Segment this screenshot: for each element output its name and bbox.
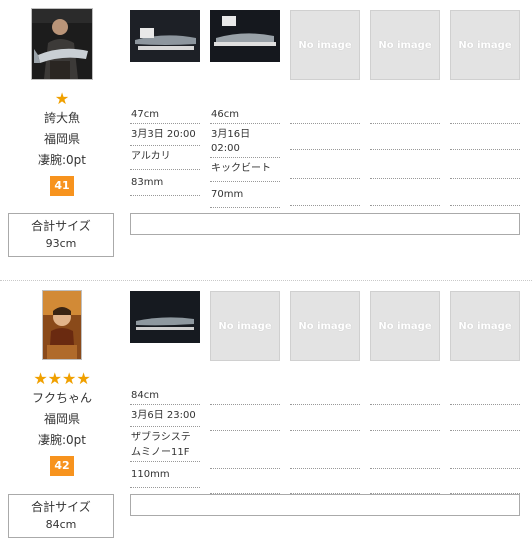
catch-lure: キックビート (210, 158, 280, 182)
catch-lure-line1: ザブラシステ (131, 432, 191, 443)
total-size-box: 合計サイズ 93cm (8, 213, 114, 257)
catch-lure-size: 83mm (130, 170, 200, 196)
total-size-label: 合計サイズ (31, 500, 91, 514)
no-image-placeholder: No image (370, 10, 440, 80)
empty-detail-line (210, 468, 280, 469)
catch-lure-size: 70mm (210, 182, 280, 208)
angler-skill-points: 凄腕:0pt (37, 153, 86, 167)
angler-avatar[interactable] (42, 290, 82, 360)
empty-detail-line (290, 468, 360, 469)
no-image-placeholder: No image (290, 10, 360, 80)
catch-datetime: 3月3日 20:00 (130, 124, 200, 146)
empty-detail-line (370, 123, 440, 124)
angler-prefecture: 福岡県 (43, 132, 80, 146)
empty-detail-line (290, 404, 360, 405)
empty-detail-line (450, 468, 520, 469)
rank-badge: 42 (50, 456, 74, 476)
empty-detail-line (370, 404, 440, 405)
angler-avatar[interactable] (31, 8, 93, 80)
empty-detail-line (450, 430, 520, 431)
empty-detail-line (450, 123, 520, 124)
catch-photo-1[interactable] (130, 10, 200, 62)
empty-detail-line (450, 404, 520, 405)
empty-detail-line (370, 468, 440, 469)
catch-lure: アルカリ (130, 146, 200, 170)
catch-date: 3月16日 (211, 129, 251, 140)
empty-detail-line (290, 149, 360, 150)
catch-lure: ザブラシステ ムミノー11F (130, 427, 200, 462)
empty-detail-line (450, 149, 520, 150)
total-size-box: 合計サイズ 84cm (8, 494, 114, 538)
empty-detail-line (290, 123, 360, 124)
empty-detail-line (290, 178, 360, 179)
no-image-placeholder: No image (210, 291, 280, 361)
angler-profile: ★ 誇大魚 福岡県 凄腕:0pt 41 (8, 8, 116, 196)
catch-photo-2[interactable] (210, 10, 280, 62)
catch-photo-1[interactable] (130, 291, 200, 343)
ranking-entry-1: ★ 誇大魚 福岡県 凄腕:0pt 41 No image No image No… (0, 0, 532, 280)
angler-profile: ★★★★ フクちゃん 福岡県 凄腕:0pt 42 (8, 290, 116, 476)
angler-name[interactable]: 誇大魚 (8, 108, 116, 129)
empty-detail-line (370, 149, 440, 150)
catch-lure-line2: ムミノー11F (131, 447, 190, 458)
empty-detail-line (370, 205, 440, 206)
total-size-value: 93cm (45, 237, 77, 250)
empty-detail-line (370, 430, 440, 431)
angler-prefecture: 福岡県 (43, 412, 80, 426)
catch-size: 84cm (130, 387, 200, 405)
catch-time: 02:00 (210, 141, 280, 158)
empty-detail-line (290, 430, 360, 431)
rank-badge: 41 (50, 176, 74, 196)
empty-detail-line (450, 205, 520, 206)
empty-detail-line (210, 404, 280, 405)
catch-details-1: 84cm 3月6日 23:00 ザブラシステ ムミノー11F 110mm (130, 387, 200, 488)
catch-details-1: 47cm 3月3日 20:00 アルカリ 83mm (130, 106, 200, 196)
catch-size: 47cm (130, 106, 200, 124)
angler-skill-points: 凄腕:0pt (37, 433, 86, 447)
no-image-placeholder: No image (450, 10, 520, 80)
catch-details-2: 46cm 3月16日 02:00 キックビート 70mm (210, 106, 280, 208)
catch-size: 46cm (210, 106, 280, 124)
rating-stars: ★ (54, 89, 70, 108)
empty-detail-line (450, 178, 520, 179)
comment-box (130, 494, 520, 516)
angler-name[interactable]: フクちゃん (8, 388, 116, 409)
rating-stars: ★★★★ (33, 369, 91, 388)
no-image-placeholder: No image (290, 291, 360, 361)
ranking-entry-2: ★★★★ フクちゃん 福岡県 凄腕:0pt 42 No image No ima… (0, 280, 532, 538)
comment-box (130, 213, 520, 235)
catch-datetime: 3月6日 23:00 (130, 405, 200, 427)
total-size-label: 合計サイズ (31, 219, 91, 233)
empty-detail-line (370, 178, 440, 179)
catch-lure-size: 110mm (130, 462, 200, 488)
empty-detail-line (290, 205, 360, 206)
empty-detail-line (210, 430, 280, 431)
no-image-placeholder: No image (450, 291, 520, 361)
no-image-placeholder: No image (370, 291, 440, 361)
total-size-value: 84cm (45, 518, 77, 531)
